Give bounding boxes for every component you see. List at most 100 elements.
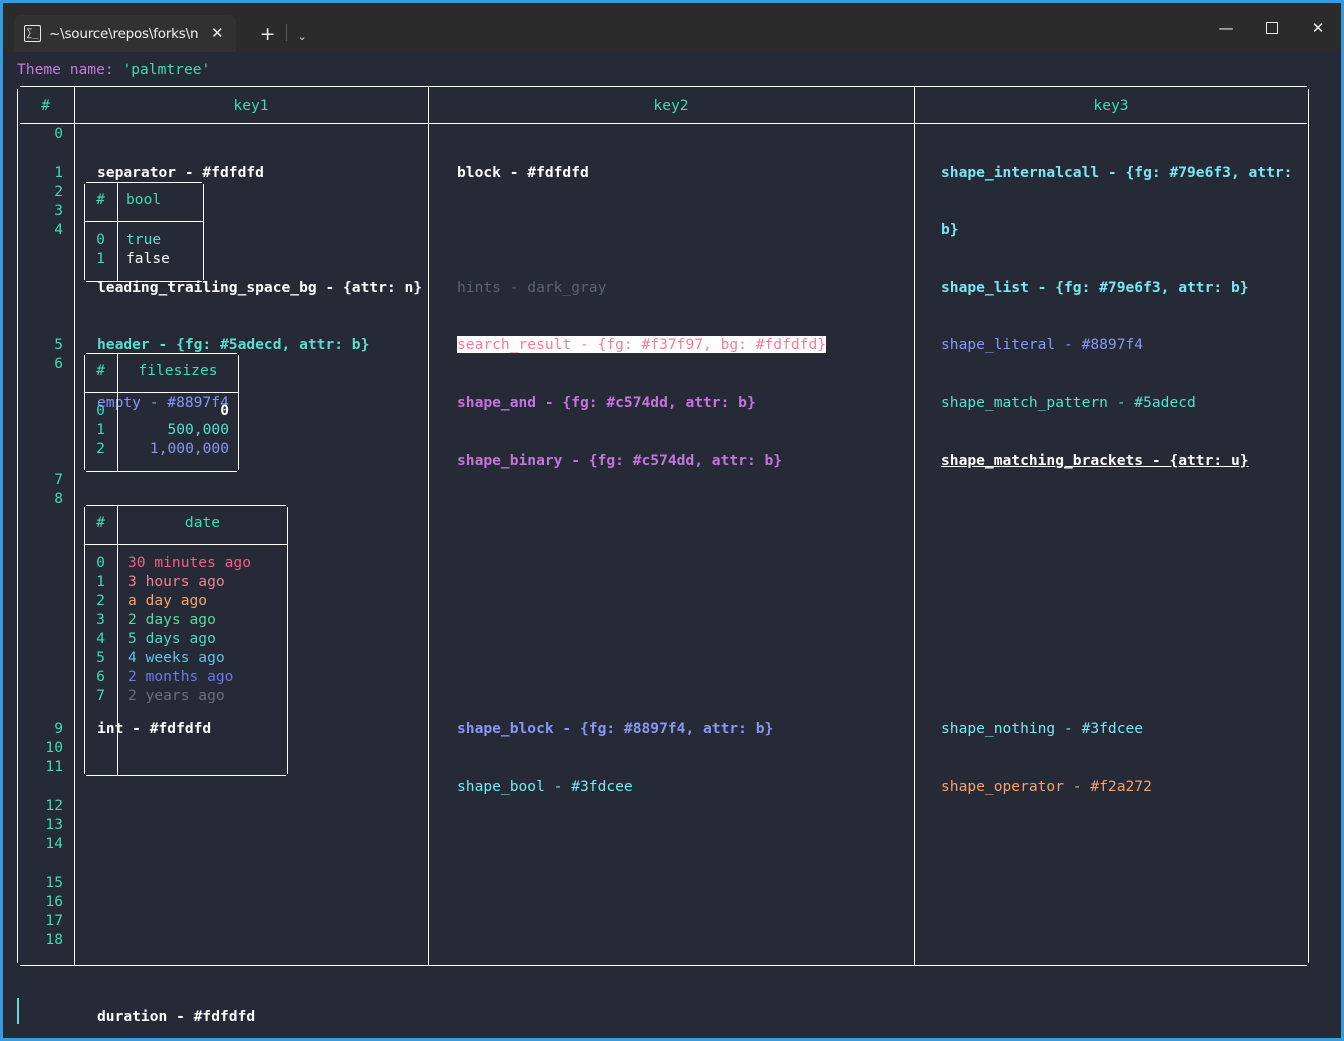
key3-line: shape_internalcall - {fg: #79e6f3, attr: <box>941 163 1293 181</box>
row-index <box>17 681 63 700</box>
date-header-index: # <box>96 514 105 532</box>
maximize-icon <box>1266 21 1278 34</box>
row-index: 5 <box>54 336 63 354</box>
powershell-icon: ∑_ <box>24 25 41 42</box>
filesizes-header-index: # <box>96 362 105 380</box>
row-index-column: 0 1 2 3 4 5 6 7 8 9 10 11 12 13 14 15 16 17 18 <box>17 124 74 949</box>
row-index: 12 <box>45 796 63 814</box>
nested-table-bool: # bool 0 true 1 false <box>84 182 204 283</box>
theme-name-value: 'palmtree' <box>122 61 211 78</box>
row-index: 18 <box>45 931 63 949</box>
bool-row-value: true <box>126 231 162 249</box>
row-index: 0 <box>54 125 63 143</box>
row-index <box>17 450 63 469</box>
bool-row-value: false <box>126 250 170 268</box>
row-index: 7 <box>54 470 63 488</box>
key2-line: shape_and - {fg: #c574dd, attr: b} <box>457 393 756 411</box>
date-header-name: date <box>184 514 221 532</box>
row-index <box>17 374 63 393</box>
date-row-value: 3 hours ago <box>128 573 225 591</box>
header-key3: key3 <box>1093 97 1129 115</box>
key1-line: separator - #fdfdfd <box>97 163 264 181</box>
header-key2: key2 <box>653 97 689 115</box>
row-index <box>17 431 63 450</box>
nested-table-filesizes: # filesizes 0 0 1 500,000 2 1,000,000 <box>84 353 239 473</box>
table-border-top <box>20 86 1307 88</box>
date-row-value: 5 days ago <box>128 630 216 648</box>
row-index <box>17 700 63 719</box>
row-index: 11 <box>45 758 63 776</box>
key1-line: header - {fg: #5adecd, attr: b} <box>97 336 370 354</box>
row-index: 6 <box>54 355 63 373</box>
row-index: 13 <box>45 815 63 833</box>
row-index: 2 <box>54 182 63 200</box>
key2-column: block - #fdfdfd hints - dark_gray search… <box>443 124 927 1038</box>
row-index: 1 <box>54 163 63 181</box>
new-tab-button[interactable]: + <box>250 25 286 44</box>
row-index <box>17 259 63 278</box>
date-row-index: 4 <box>96 630 105 648</box>
row-index <box>17 412 63 431</box>
row-index <box>17 777 63 796</box>
filesizes-row-value: 1,000,000 <box>149 440 229 458</box>
window-controls: — ✕ <box>1203 3 1341 52</box>
date-row-index: 1 <box>96 573 105 591</box>
bool-header-index: # <box>96 191 105 209</box>
row-index <box>17 623 63 642</box>
key2-line: block - #fdfdfd <box>457 163 589 181</box>
theme-name-line: Theme name: 'palmtree' <box>3 60 1341 79</box>
row-index <box>17 853 63 872</box>
terminal-tab[interactable]: ∑_ ~\source\repos\forks\nu_scrip ✕ <box>14 15 236 52</box>
bool-row-index: 1 <box>96 250 105 268</box>
date-row-value: a day ago <box>128 592 208 610</box>
terminal-cursor <box>17 998 19 1024</box>
date-row-index: 6 <box>96 668 105 686</box>
filesizes-row-index: 1 <box>96 421 105 439</box>
row-index: 3 <box>54 201 63 219</box>
chevron-down-icon[interactable]: ⌄ <box>287 31 318 42</box>
title-bar: ∑_ ~\source\repos\forks\nu_scrip ✕ + ⌄ —… <box>3 3 1341 52</box>
date-row-index: 3 <box>96 611 105 629</box>
date-row-index: 2 <box>96 592 105 610</box>
row-index: 9 <box>54 720 63 737</box>
theme-name-prefix: Theme name: <box>17 61 123 78</box>
key2-line-search-result: search_result - {fg: #f37f97, bg: #fdfdf… <box>457 335 927 354</box>
key3-line: shape_match_pattern - #5adecd <box>941 393 1196 411</box>
header-key1: key1 <box>233 97 269 115</box>
row-index <box>17 585 63 604</box>
row-index <box>17 566 63 585</box>
filesizes-row-value: 500,000 <box>167 421 229 439</box>
row-index: 8 <box>54 489 63 507</box>
minimize-button[interactable]: — <box>1203 3 1249 52</box>
filesizes-row-index: 2 <box>96 440 105 458</box>
row-index <box>17 546 63 565</box>
key2-line: shape_bool - #3fdcee <box>457 777 633 795</box>
date-row-index: 7 <box>96 687 105 705</box>
key3-line: shape_nothing - #3fdcee <box>941 720 1144 738</box>
key2-line <box>457 220 927 239</box>
key3-line: shape_list - {fg: #79e6f3, attr: b} <box>941 278 1249 296</box>
nested-table-date: # date 0 30 minutes ago 1 3 hours ago 2 … <box>84 505 288 777</box>
search-result-highlight: search_result - {fg: #f37f97, bg: #fdfdf… <box>457 336 827 354</box>
filesizes-header-name: filesizes <box>138 362 218 380</box>
row-index <box>17 642 63 661</box>
row-index <box>17 604 63 623</box>
maximize-button[interactable] <box>1249 3 1295 52</box>
terminal-window: ∑_ ~\source\repos\forks\nu_scrip ✕ + ⌄ —… <box>0 0 1344 1041</box>
row-index: 15 <box>45 873 63 891</box>
close-tab-icon[interactable]: ✕ <box>207 24 228 43</box>
row-index <box>17 316 63 335</box>
key3-column: shape_internalcall - {fg: #79e6f3, attr:… <box>929 124 1309 1038</box>
date-row-index: 0 <box>96 554 105 572</box>
row-index <box>17 527 63 546</box>
row-index <box>17 239 63 258</box>
header-index: # <box>41 97 50 115</box>
key3-line: shape_operator - #f2a272 <box>941 777 1152 795</box>
filesizes-row-index: 0 <box>96 402 105 420</box>
close-window-button[interactable]: ✕ <box>1295 3 1341 52</box>
row-index: 16 <box>45 892 63 910</box>
date-row-value: 2 years ago <box>128 687 225 705</box>
terminal-body[interactable]: Theme name: 'palmtree' # key1 key2 key3 … <box>3 52 1341 1038</box>
key2-line: shape_block - {fg: #8897f4, attr: b} <box>457 720 774 738</box>
row-index <box>17 393 63 412</box>
